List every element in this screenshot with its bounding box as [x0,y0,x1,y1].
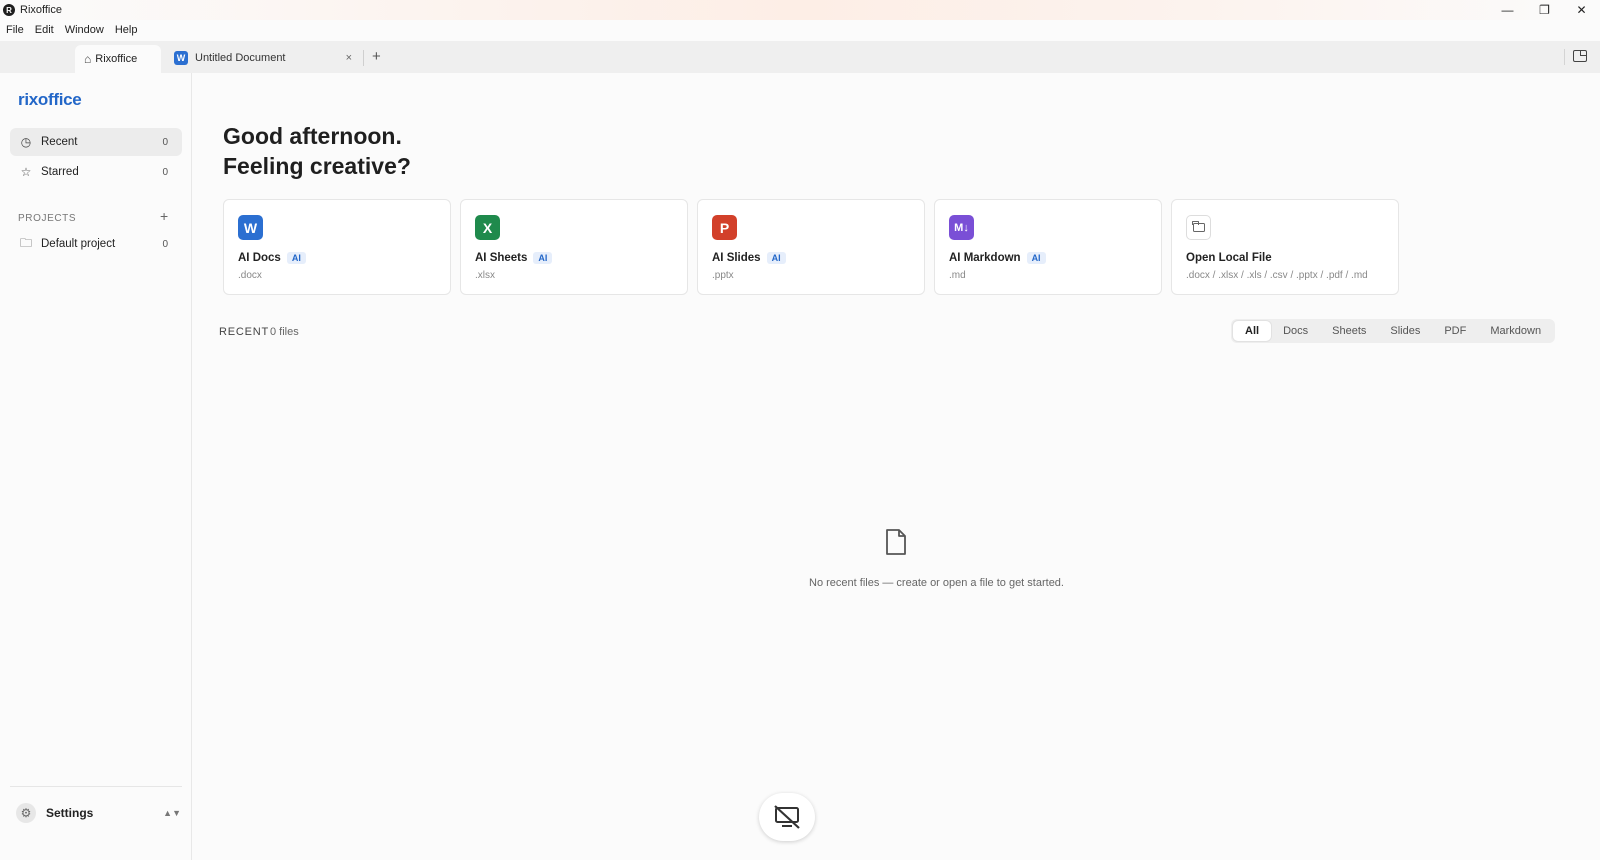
main-content: Good afternoon. Feeling creative? W AI D… [193,73,1600,860]
app-logo-icon: R [3,4,15,16]
file-type-filter: All Docs Sheets Slides PDF Markdown [1231,319,1556,343]
folder-icon: 🗀 [19,235,32,250]
greeting-line-1: Good afternoon. [223,123,402,149]
card-title: AI Slides AI [712,252,786,264]
tab-doc-label: Untitled Document [195,52,286,64]
sidebar-item-starred[interactable]: ☆ Starred 0 [10,158,182,186]
close-window-icon[interactable]: ✕ [1563,0,1600,20]
settings-label: Settings [46,806,94,820]
filter-docs[interactable]: Docs [1271,321,1320,341]
card-title-text: AI Docs [238,252,281,264]
recent-section-label: RECENT [219,326,270,338]
star-icon: ☆ [20,165,32,179]
card-extension: .docx / .xlsx / .xls / .csv / .pptx / .p… [1186,270,1368,281]
card-title: AI Markdown AI [949,252,1046,264]
markdown-icon: M↓ [949,215,974,240]
greeting: Good afternoon. Feeling creative? [223,121,411,181]
no-screen-icon [774,805,800,829]
clock-icon: ◷ [20,135,32,149]
floating-action-button[interactable] [759,793,815,841]
tab-separator [363,50,364,66]
filter-pdf[interactable]: PDF [1432,321,1478,341]
sidebar-item-recent[interactable]: ◷ Recent 0 [10,128,182,156]
sidebar-item-label: Starred [41,166,79,178]
card-extension: .xlsx [475,270,495,281]
projects-section-label: PROJECTS [18,213,77,224]
card-title: Open Local File [1186,252,1272,264]
filter-slides[interactable]: Slides [1378,321,1432,341]
home-icon: ⌂ [84,52,92,66]
gear-icon: ⚙ [16,803,36,823]
sidebar-item-label: Default project [41,238,116,250]
card-title-text: AI Sheets [475,252,528,264]
title-bar: R Rixoffice — ❐ ✕ [0,0,1600,20]
maximize-icon[interactable]: ❐ [1526,0,1563,20]
brand-logo: rixoffice [18,90,82,109]
sidebar-item-default-project[interactable]: 🗀 Default project 0 [10,230,182,258]
sidebar-divider [10,786,182,787]
ai-slides-card[interactable]: P AI Slides AI .pptx [697,199,925,295]
window-controls: — ❐ ✕ [1489,0,1600,20]
sidebar-item-count: 0 [162,136,168,148]
menu-edit[interactable]: Edit [35,24,54,36]
card-title-text: AI Markdown [949,252,1021,264]
empty-state-message: No recent files — create or open a file … [809,577,1064,589]
window-title: Rixoffice [20,4,62,16]
open-local-file-card[interactable]: Open Local File .docx / .xlsx / .xls / .… [1171,199,1399,295]
word-icon: W [238,215,263,240]
word-doc-icon: W [174,51,188,65]
empty-file-icon [886,529,906,555]
filter-sheets[interactable]: Sheets [1320,321,1378,341]
sidebar-item-label: Recent [41,136,78,148]
menu-window[interactable]: Window [65,24,104,36]
tab-untitled-document[interactable]: W Untitled Document × [170,46,362,70]
open-folder-icon [1186,215,1211,240]
chevron-updown-icon: ▲▼ [163,808,181,818]
card-title-text: Open Local File [1186,252,1272,264]
menu-help[interactable]: Help [115,24,138,36]
sidebar-item-count: 0 [162,166,168,178]
new-tab-button[interactable]: + [372,48,381,65]
tab-close-icon[interactable]: × [346,52,352,64]
toolbar-separator [1564,49,1565,65]
ai-docs-card[interactable]: W AI Docs AI .docx [223,199,451,295]
ai-badge: AI [766,252,786,264]
settings-button[interactable]: ⚙ Settings ▲▼ [16,801,181,825]
ai-badge: AI [533,252,553,264]
sidebar-item-count: 0 [162,238,168,250]
menu-file[interactable]: File [6,24,24,36]
add-project-button[interactable]: + [160,208,168,224]
card-extension: .docx [238,270,262,281]
powerpoint-icon: P [712,215,737,240]
recent-file-count: 0 files [270,326,299,338]
ai-sheets-card[interactable]: X AI Sheets AI .xlsx [460,199,688,295]
menu-bar: File Edit Window Help [0,20,1600,40]
card-title: AI Sheets AI [475,252,553,264]
greeting-line-2: Feeling creative? [223,153,411,179]
ai-markdown-card[interactable]: M↓ AI Markdown AI .md [934,199,1162,295]
filter-markdown[interactable]: Markdown [1478,321,1553,341]
card-extension: .md [949,270,966,281]
card-title-text: AI Slides [712,252,761,264]
minimize-icon[interactable]: — [1489,0,1526,20]
sidebar: rixoffice ◷ Recent 0 ☆ Starred 0 PROJECT… [0,73,192,860]
ai-badge: AI [1026,252,1046,264]
panel-toggle-icon[interactable] [1573,50,1587,62]
excel-icon: X [475,215,500,240]
filter-all[interactable]: All [1233,321,1272,341]
card-title: AI Docs AI [238,252,306,264]
tab-home[interactable]: ⌂ Rixoffice [75,45,161,73]
card-extension: .pptx [712,270,734,281]
ai-badge: AI [286,252,306,264]
tab-home-label: Rixoffice [95,53,138,65]
tab-strip: ⌂ Rixoffice W Untitled Document × + [0,41,1600,73]
